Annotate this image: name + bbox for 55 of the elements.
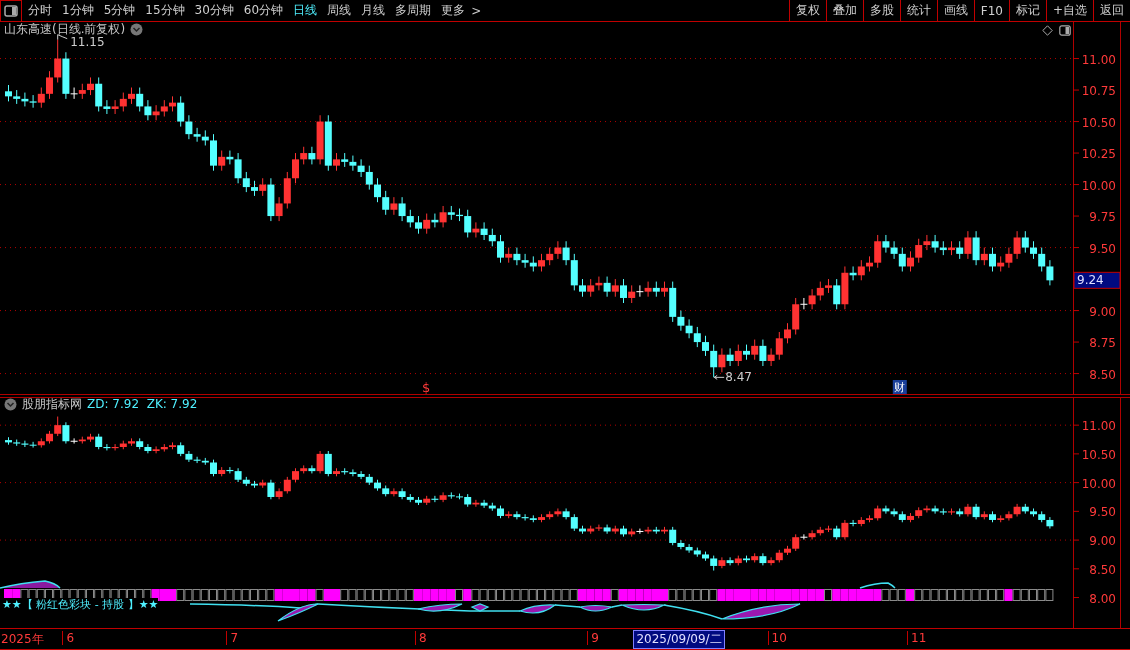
price-label: 10.50 xyxy=(1081,447,1116,462)
toolbar-button[interactable]: 多股 xyxy=(862,0,900,21)
price-label: 8.00 xyxy=(1089,591,1116,606)
period-tab[interactable]: 周线 xyxy=(323,0,356,21)
price-label: 9.00 xyxy=(1089,304,1116,319)
toolbar-button[interactable]: 标记 xyxy=(1008,0,1046,21)
price-label: 10.75 xyxy=(1081,84,1116,99)
date-label: 9 xyxy=(587,631,599,645)
period-tab[interactable]: 月线 xyxy=(357,0,390,21)
date-label: 2025年 xyxy=(1,631,44,648)
price-label: 8.75 xyxy=(1089,336,1116,351)
period-tab[interactable]: 1分钟 xyxy=(58,0,98,21)
toolbar-button[interactable]: +自选 xyxy=(1045,0,1093,21)
period-tab[interactable]: 日线 xyxy=(289,0,322,21)
toolbar-button[interactable]: 返回 xyxy=(1093,0,1130,21)
date-label: 6 xyxy=(62,631,75,645)
date-label: 11 xyxy=(907,631,927,645)
period-tab[interactable]: 多周期 xyxy=(391,0,436,21)
toolbar-button[interactable]: 复权 xyxy=(788,0,826,21)
more-menu[interactable]: 更多 xyxy=(437,0,470,21)
price-label: 9.50 xyxy=(1089,241,1116,256)
event-marker[interactable]: $ xyxy=(422,380,431,395)
price-label: 8.50 xyxy=(1089,367,1116,382)
toolbar-button[interactable]: 叠加 xyxy=(825,0,863,21)
period-tab[interactable]: 15分钟 xyxy=(141,0,189,21)
high-price-label: 11.15 xyxy=(70,34,105,49)
period-tab[interactable]: 60分钟 xyxy=(239,0,288,21)
price-label: 9.00 xyxy=(1089,534,1116,549)
price-label: 9.50 xyxy=(1089,505,1116,520)
indicator-name: 股朋指标网 xyxy=(22,397,82,412)
finance-marker[interactable]: 财 xyxy=(892,380,907,394)
price-label: 11.00 xyxy=(1081,419,1116,434)
cursor-date-label: 2025/09/09/二 xyxy=(633,630,725,649)
low-price-label: 8.47 xyxy=(725,370,752,385)
date-label: 10 xyxy=(767,631,787,645)
price-label: 8.50 xyxy=(1089,562,1116,577)
indicator-legend: ★★【 粉红色彩块 - 持股 】★★ xyxy=(2,598,159,611)
indicator-readings: ZD: 7.92 ZK: 7.92 xyxy=(87,397,198,412)
chevron-icon[interactable]: > xyxy=(471,3,482,18)
price-label: 10.00 xyxy=(1081,178,1116,193)
period-tab[interactable]: 5分钟 xyxy=(99,0,140,21)
period-tab[interactable]: 分时 xyxy=(24,0,56,21)
price-label: 11.00 xyxy=(1081,52,1116,67)
price-label: 9.75 xyxy=(1089,210,1116,225)
price-label: 10.25 xyxy=(1081,147,1116,162)
toolbar-button[interactable]: F10 xyxy=(973,0,1009,21)
price-label: 10.00 xyxy=(1081,476,1116,491)
period-tab[interactable]: 30分钟 xyxy=(190,0,238,21)
toolbar-button[interactable]: 统计 xyxy=(899,0,937,21)
toolbar-button[interactable]: 画线 xyxy=(936,0,974,21)
current-price-tag: 9.24 xyxy=(1073,271,1121,289)
date-label: 8 xyxy=(415,631,427,645)
price-label: 10.50 xyxy=(1081,115,1116,130)
chart-title: 山东高速(日线.前复权) xyxy=(4,22,126,37)
date-label: 7 xyxy=(226,631,239,645)
